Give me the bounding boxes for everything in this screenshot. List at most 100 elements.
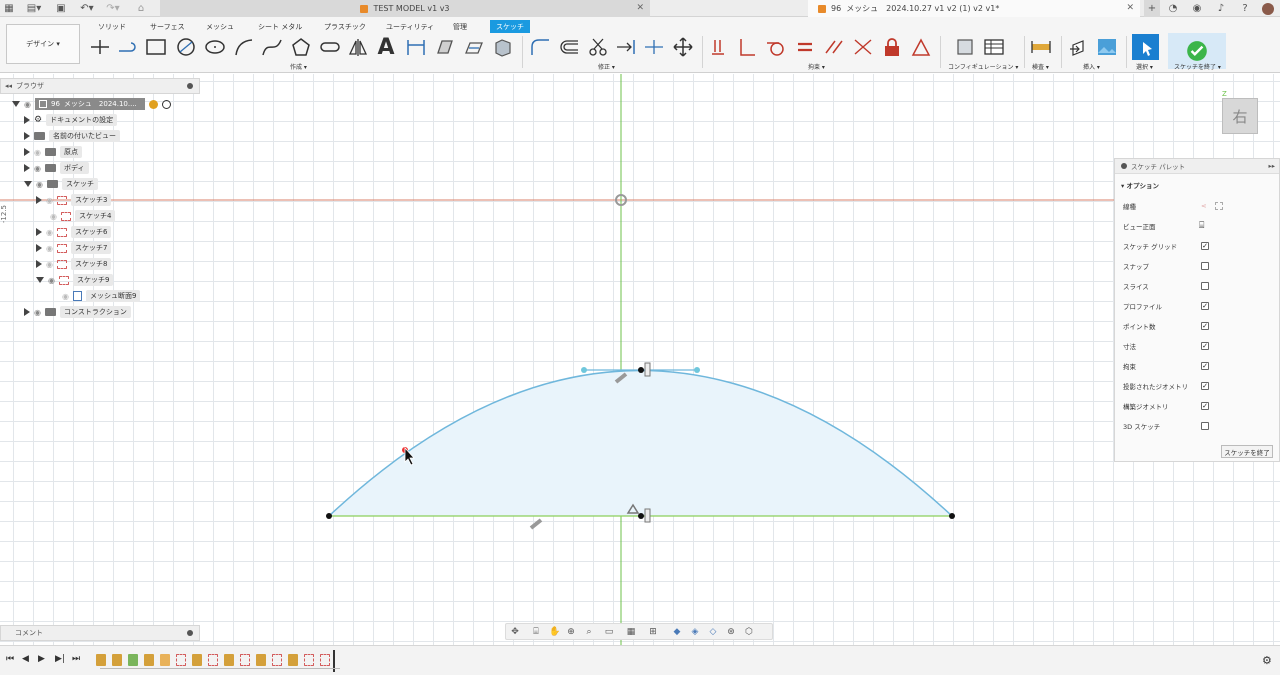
comments-panel[interactable]: コメント: [0, 625, 200, 641]
expand-icon[interactable]: [24, 132, 30, 140]
timeline-feature-icon[interactable]: [96, 654, 106, 666]
browser-item-sketch9[interactable]: ◉ スケッチ9: [36, 273, 114, 287]
profile-checkbox[interactable]: ✓: [1201, 302, 1209, 310]
palette-header[interactable]: スケッチ パレット ▸▸: [1115, 159, 1279, 174]
eye-icon[interactable]: ◉: [50, 212, 57, 221]
zoom-icon[interactable]: ⌕: [584, 627, 594, 637]
snap-checkbox[interactable]: [1201, 262, 1209, 270]
eye-icon[interactable]: ◉: [48, 276, 55, 285]
timeline-feature-icon[interactable]: [192, 654, 202, 666]
eye-icon[interactable]: ◉: [46, 260, 53, 269]
orbit-icon[interactable]: ✥: [510, 627, 520, 637]
pan-icon[interactable]: ✋: [549, 627, 560, 637]
shaded-icon[interactable]: ◆: [672, 627, 682, 637]
browser-item-sketch7[interactable]: ◉ スケッチ7: [36, 241, 112, 255]
expand-icon[interactable]: [24, 308, 30, 316]
eye-icon[interactable]: ◉: [34, 164, 41, 173]
slice-checkbox[interactable]: [1201, 282, 1209, 290]
pin-icon[interactable]: [187, 630, 193, 636]
timeline-sketch-icon[interactable]: [208, 654, 218, 666]
expand-icon[interactable]: [36, 196, 42, 204]
cube-icon[interactable]: ◈: [690, 627, 700, 637]
timeline-sketch-icon[interactable]: [304, 654, 314, 666]
construction-icon[interactable]: [1215, 202, 1223, 210]
eye-icon[interactable]: ◉: [24, 100, 31, 109]
visual-style-icon[interactable]: ◇: [708, 627, 718, 637]
timeline-feature-icon[interactable]: [112, 654, 122, 666]
object-visibility-icon[interactable]: ⬡: [744, 627, 754, 637]
eye-icon[interactable]: ◉: [46, 244, 53, 253]
projected-geometry-checkbox[interactable]: ✓: [1201, 382, 1209, 390]
browser-item-sketch3[interactable]: ◉ スケッチ3: [36, 193, 112, 207]
browser-item-sketch8[interactable]: ◉ スケッチ8: [36, 257, 112, 271]
step-back-icon[interactable]: ◀: [22, 654, 29, 664]
expand-icon[interactable]: [36, 244, 42, 252]
browser-item-named-views[interactable]: 名前の付いたビュー: [24, 129, 120, 143]
viewcube[interactable]: 右: [1222, 98, 1258, 134]
construction-geometry-checkbox[interactable]: ✓: [1201, 402, 1209, 410]
grid-settings-icon[interactable]: ▦: [626, 627, 636, 637]
expand-icon[interactable]: [24, 164, 30, 172]
expand-icon[interactable]: [24, 181, 32, 187]
collapse-icon[interactable]: ◂◂: [5, 82, 12, 90]
timeline-feature-icon[interactable]: [288, 654, 298, 666]
zoom-window-icon[interactable]: ⊕: [566, 627, 576, 637]
browser-item-document-settings[interactable]: ⚙ ドキュメントの設定: [24, 113, 118, 127]
browser-item-sketches[interactable]: ◉ スケッチ: [24, 177, 98, 191]
browser-item-label: スケッチ8: [70, 258, 112, 270]
go-to-start-icon[interactable]: ⏮: [6, 654, 14, 664]
palette-section-options[interactable]: ▾ オプション: [1121, 180, 1159, 190]
3d-sketch-checkbox[interactable]: [1201, 422, 1209, 430]
timeline-sketch-icon[interactable]: [272, 654, 282, 666]
points-checkbox[interactable]: ✓: [1201, 322, 1209, 330]
browser-item-sketch6[interactable]: ◉ スケッチ6: [36, 225, 112, 239]
eye-icon[interactable]: ◉: [62, 292, 69, 301]
browser-panel-header[interactable]: ◂◂ ブラウザ: [0, 78, 200, 94]
timeline-feature-icon[interactable]: [160, 654, 170, 666]
expand-icon[interactable]: [12, 101, 20, 107]
browser-item-origin[interactable]: ◉ 原点: [24, 145, 82, 159]
activate-icon[interactable]: [161, 99, 171, 109]
expand-icon[interactable]: [24, 116, 30, 124]
browser-item-sketch4[interactable]: ◉ スケッチ4: [50, 209, 116, 223]
pin-icon[interactable]: [187, 83, 193, 89]
eye-icon[interactable]: ◉: [46, 228, 53, 237]
browser-item-mesh-section[interactable]: ◉ メッシュ断面9: [62, 289, 141, 303]
timeline-feature-icon[interactable]: [224, 654, 234, 666]
browser-root[interactable]: ◉ 96 メッシュ 2024.10....: [12, 97, 171, 111]
browser-item-construction[interactable]: ◉ コンストラクション: [24, 305, 131, 319]
look-at-icon[interactable]: ⌸: [1199, 221, 1204, 231]
timeline-sketch-icon[interactable]: [240, 654, 250, 666]
sketch-grid-checkbox[interactable]: ✓: [1201, 242, 1209, 250]
constraints-checkbox[interactable]: ✓: [1201, 362, 1209, 370]
viewports-icon[interactable]: ⊞: [648, 627, 658, 637]
timeline-sketch-icon[interactable]: [320, 654, 330, 666]
expand-panel-icon[interactable]: ▸▸: [1268, 162, 1275, 170]
expand-icon[interactable]: [24, 148, 30, 156]
gear-icon[interactable]: ⚙: [1262, 654, 1272, 667]
go-to-end-icon[interactable]: ⏭: [72, 654, 80, 664]
eye-icon[interactable]: ◉: [34, 148, 41, 157]
eye-icon[interactable]: ◉: [34, 308, 41, 317]
eye-icon[interactable]: ◉: [36, 180, 43, 189]
palette-pin-icon[interactable]: [1121, 163, 1127, 169]
timeline-sketch-icon[interactable]: [176, 654, 186, 666]
eye-icon[interactable]: ◉: [46, 196, 53, 205]
expand-icon[interactable]: [36, 228, 42, 236]
look-at-icon[interactable]: ⌸: [531, 627, 541, 637]
play-icon[interactable]: ▶: [38, 654, 45, 664]
display-settings-icon[interactable]: ▭: [604, 627, 614, 637]
dimensions-checkbox[interactable]: ✓: [1201, 342, 1209, 350]
browser-item-bodies[interactable]: ◉ ボディ: [24, 161, 89, 175]
timeline-feature-icon[interactable]: [256, 654, 266, 666]
warning-icon[interactable]: [148, 99, 158, 109]
linetype-icon[interactable]: ⋖: [1201, 202, 1206, 210]
timeline-feature-icon[interactable]: [128, 654, 138, 666]
palette-finish-sketch-button[interactable]: スケッチを終了: [1221, 445, 1273, 458]
expand-icon[interactable]: [36, 277, 44, 283]
timeline-feature-icon[interactable]: [144, 654, 154, 666]
step-forward-icon[interactable]: ▶|: [55, 654, 65, 664]
expand-icon[interactable]: [36, 260, 42, 268]
section-analysis-icon[interactable]: ⊛: [726, 627, 736, 637]
sketch-geometry[interactable]: [0, 0, 1280, 675]
